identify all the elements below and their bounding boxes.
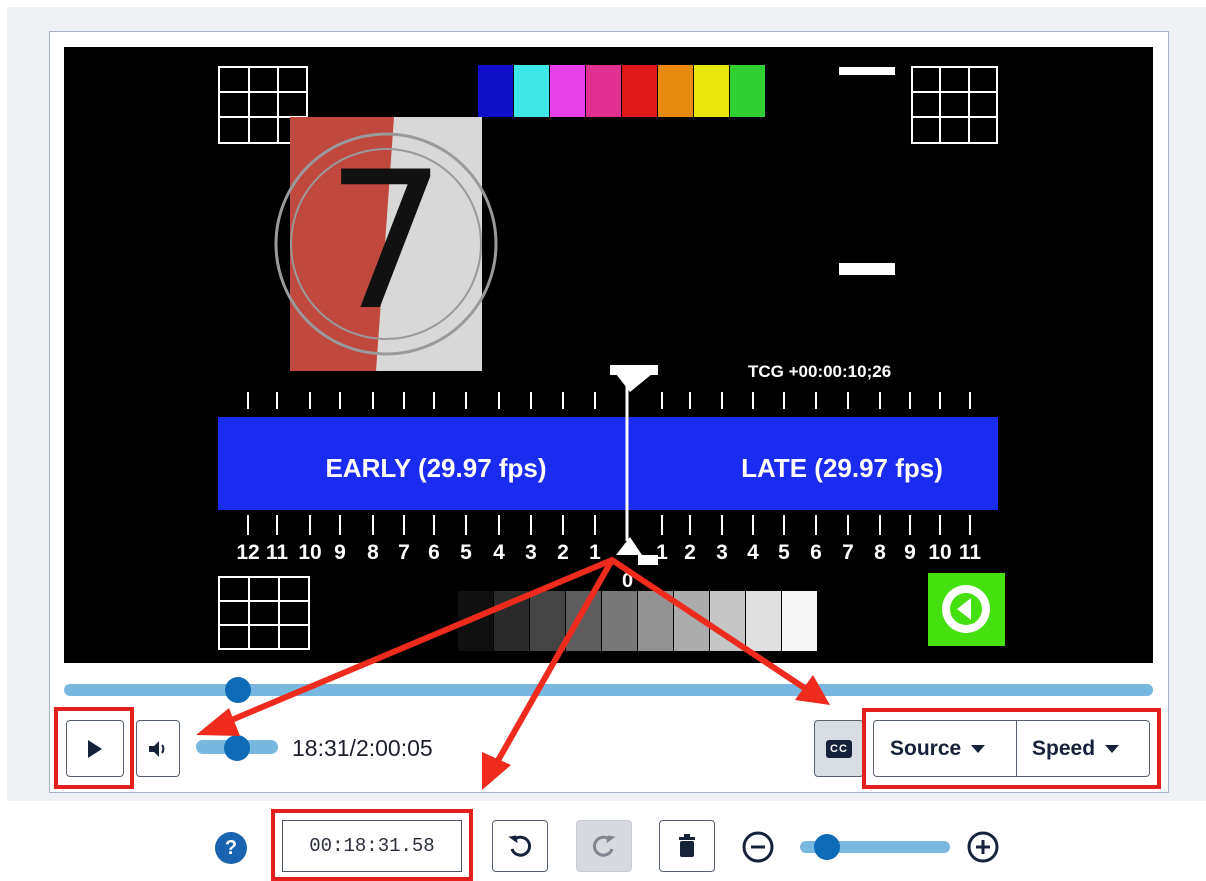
scale-number: 1 xyxy=(589,541,601,564)
gray-step xyxy=(782,591,817,651)
scale-number: 2 xyxy=(684,541,696,564)
undo-button[interactable] xyxy=(492,820,548,872)
color-bar xyxy=(694,65,729,117)
chevron-down-icon xyxy=(971,744,986,753)
color-bar xyxy=(478,65,513,117)
video-display[interactable]: 7 TCG +00:00:10;26 EARLY (29.97 fps) LAT… xyxy=(64,47,1153,663)
scale-number: 11 xyxy=(266,541,289,564)
time-display: 18:31/2:00:05 xyxy=(292,735,433,761)
zoom-in-icon[interactable] xyxy=(966,830,1000,864)
play-icon xyxy=(88,739,102,758)
color-bar xyxy=(586,65,621,117)
help-icon[interactable]: ? xyxy=(215,832,247,864)
source-label: Source xyxy=(890,736,962,760)
speed-label: Speed xyxy=(1032,736,1096,760)
scale-number: 10 xyxy=(928,541,951,564)
redo-icon xyxy=(592,835,616,857)
captions-button[interactable]: CC xyxy=(814,720,864,777)
color-bar xyxy=(622,65,657,117)
scale-number: 9 xyxy=(334,541,346,564)
delete-button[interactable] xyxy=(659,820,715,872)
speaker-icon xyxy=(149,740,165,757)
white-marker-middle xyxy=(839,263,895,275)
scale-number: 7 xyxy=(398,541,410,564)
trash-icon xyxy=(679,834,695,857)
gray-step xyxy=(746,591,781,651)
scale-number: 8 xyxy=(874,541,886,564)
late-label: LATE (29.97 fps) xyxy=(741,453,943,483)
scale-number: 11 xyxy=(959,541,982,564)
scale-number: 3 xyxy=(716,541,728,564)
countdown-number: 7 xyxy=(326,131,447,352)
gray-step xyxy=(602,591,637,651)
gray-step xyxy=(494,591,529,651)
scale-number: 4 xyxy=(493,541,505,564)
scale-number: 12 xyxy=(236,541,259,564)
scale-number: 5 xyxy=(778,541,790,564)
gray-step xyxy=(566,591,601,651)
scale-number: 8 xyxy=(367,541,379,564)
scale-number: 4 xyxy=(747,541,759,564)
scale-number: 1 xyxy=(656,541,668,564)
gray-step xyxy=(674,591,709,651)
gray-step xyxy=(458,591,493,651)
scale-number: 9 xyxy=(904,541,916,564)
volume-button[interactable] xyxy=(136,720,180,777)
speed-dropdown[interactable]: Speed xyxy=(1016,720,1150,777)
source-dropdown[interactable]: Source xyxy=(873,720,1017,777)
center-zero: 0 xyxy=(622,570,633,592)
scale-number: 6 xyxy=(810,541,822,564)
white-marker-top xyxy=(839,67,895,75)
timecode-input[interactable]: 00:18:31.58 xyxy=(282,820,462,872)
color-bar xyxy=(730,65,765,117)
play-logo-icon xyxy=(928,573,1005,646)
captions-icon: CC xyxy=(826,739,852,758)
gray-step xyxy=(638,591,673,651)
volume-thumb[interactable] xyxy=(224,735,250,761)
color-bar xyxy=(514,65,549,117)
scale-number: 3 xyxy=(525,541,537,564)
undo-icon xyxy=(508,835,532,857)
scale-number: 10 xyxy=(298,541,321,564)
zoom-thumb[interactable] xyxy=(814,834,840,860)
scale-number: 2 xyxy=(557,541,569,564)
early-label: EARLY (29.97 fps) xyxy=(325,453,546,483)
scale-number: 5 xyxy=(460,541,472,564)
tcg-timecode-text: TCG +00:00:10;26 xyxy=(748,362,891,381)
zoom-out-icon[interactable] xyxy=(741,830,775,864)
redo-button[interactable] xyxy=(576,820,632,872)
play-button[interactable] xyxy=(66,720,124,777)
scale-number: 6 xyxy=(428,541,440,564)
gray-step xyxy=(530,591,565,651)
color-bar xyxy=(550,65,585,117)
color-bar xyxy=(658,65,693,117)
gray-step xyxy=(710,591,745,651)
countdown-leader: 7 xyxy=(274,117,498,371)
chevron-down-icon xyxy=(1105,744,1120,753)
scale-number: 7 xyxy=(842,541,854,564)
